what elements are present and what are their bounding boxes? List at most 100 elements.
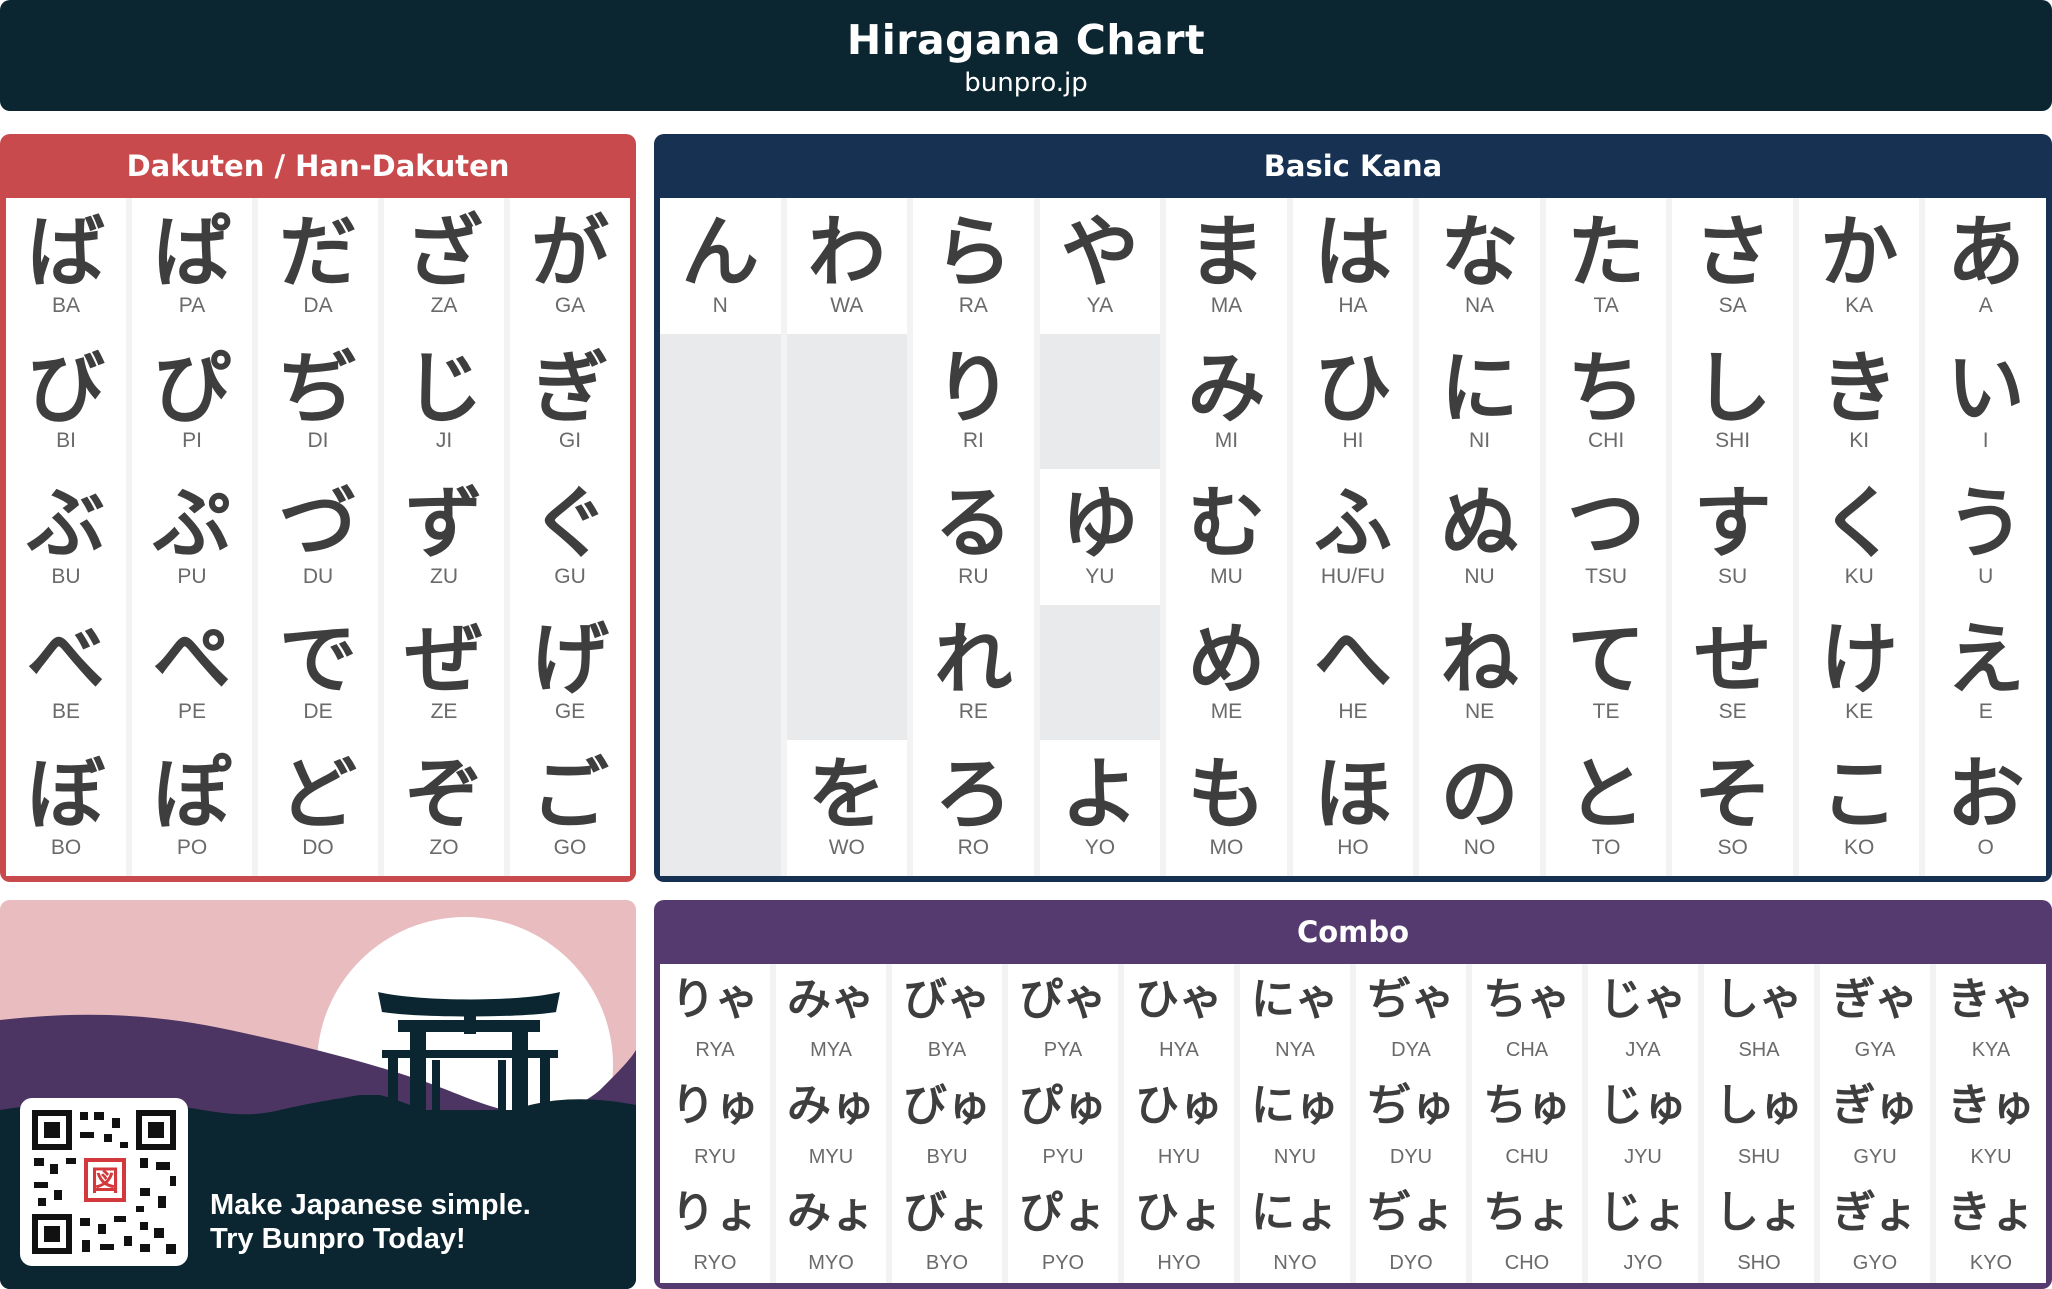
- kana-romaji: NYO: [1273, 1252, 1317, 1274]
- kana-romaji: RE: [958, 700, 988, 724]
- kana-cell: ぴゃ PYA: [1008, 964, 1118, 1071]
- kana-character: ちゃ: [1483, 974, 1571, 1025]
- empty-cell: [660, 333, 781, 470]
- kana-character: ぴょ: [1019, 1186, 1107, 1238]
- kana-cell: べ BE: [6, 604, 126, 741]
- qr-code-card[interactable]: 図: [20, 1098, 188, 1270]
- kana-character: ぴゅ: [1019, 1080, 1107, 1132]
- kana-romaji: PYA: [1043, 1039, 1083, 1062]
- kana-cell: りょ RYO: [660, 1176, 770, 1283]
- kana-character: ぢょ: [1367, 1186, 1455, 1238]
- kana-romaji: MYO: [808, 1252, 854, 1274]
- kana-character: の: [1440, 750, 1519, 841]
- kana-romaji: TSU: [1585, 564, 1628, 588]
- kana-cell: を WO: [786, 740, 908, 876]
- kana-cell: く KU: [1798, 469, 1920, 605]
- kana-character: ぶ: [26, 479, 105, 570]
- qr-code-icon: 図: [20, 1098, 188, 1266]
- kana-cell: ひゅ HYU: [1124, 1070, 1234, 1177]
- kana-cell: る RU: [913, 469, 1034, 605]
- kana-cell: ぐ GU: [510, 469, 630, 605]
- kana-romaji: RYA: [695, 1039, 735, 1062]
- kana-cell: んN: [660, 198, 781, 334]
- kana-character: た: [1567, 208, 1646, 298]
- kana-cell: り RI: [913, 333, 1034, 470]
- kana-cell: じゃ JYA: [1588, 964, 1698, 1071]
- kana-romaji: CHU: [1505, 1145, 1549, 1168]
- kana-character: ぎょ: [1832, 1186, 1918, 1238]
- kana-romaji: U: [1978, 564, 1994, 588]
- kana-cell: じゅ JYU: [1588, 1070, 1698, 1177]
- kana-character: と: [1567, 750, 1646, 841]
- kana-romaji: NE: [1464, 700, 1495, 724]
- site-url[interactable]: bunpro.jp: [0, 68, 2052, 98]
- kana-cell: うU: [1925, 469, 2046, 605]
- kana-character: ぱ: [152, 208, 231, 298]
- kana-cell: きゃ KYA: [1936, 964, 2046, 1071]
- kana-character: べ: [26, 614, 105, 705]
- kana-romaji: PO: [176, 836, 208, 859]
- kana-character: お: [1946, 750, 2025, 841]
- kana-character: ぢゅ: [1367, 1080, 1455, 1132]
- promo-line-2: Try Bunpro Today!: [210, 1223, 466, 1255]
- kana-character: あ: [1946, 208, 2025, 298]
- kana-cell: ぎょ GYO: [1820, 1176, 1930, 1283]
- kana-romaji: MO: [1209, 836, 1244, 859]
- kana-character: う: [1946, 479, 2025, 570]
- basic-kana-panel: Basic Kana ん N わ WA ら RA や YA ま MA は HA な NA た TA さ SA か KA…: [654, 134, 2052, 882]
- kana-romaji: GI: [558, 429, 582, 453]
- kana-character: りゃ: [671, 974, 759, 1025]
- kana-cell: ちゃ CHA: [1472, 964, 1582, 1071]
- kana-romaji: PA: [178, 293, 206, 317]
- kana-cell: みょ MYO: [776, 1176, 886, 1283]
- kana-character: ぷ: [152, 479, 231, 570]
- kana-romaji: N: [712, 293, 728, 317]
- kana-cell: しょ SHO: [1704, 1176, 1814, 1283]
- kana-romaji: ME: [1210, 700, 1243, 724]
- kana-cell: ぴょ PYO: [1008, 1176, 1118, 1283]
- kana-romaji: BO: [50, 836, 82, 859]
- kana-romaji: GU: [554, 564, 586, 588]
- kana-cell: す SU: [1672, 469, 1793, 605]
- kana-character: き: [1820, 343, 1899, 434]
- kana-character: ぺ: [152, 614, 231, 705]
- kana-romaji: DYU: [1389, 1145, 1433, 1168]
- kana-cell: ぢゅ DYU: [1356, 1070, 1466, 1177]
- kana-character: ま: [1187, 208, 1266, 298]
- kana-romaji: DI: [307, 429, 329, 453]
- kana-cell: な NA: [1419, 198, 1540, 334]
- kana-cell: よ YO: [1039, 740, 1161, 876]
- kana-cell: ぎゃ GYA: [1820, 964, 1930, 1071]
- kana-cell: ぜ ZE: [384, 604, 504, 741]
- kana-romaji: PI: [182, 429, 202, 453]
- kana-cell: ま MA: [1166, 198, 1287, 334]
- kana-romaji: ZO: [429, 836, 459, 859]
- combo-panel-title: Combo: [1296, 915, 1410, 949]
- kana-romaji: RYO: [693, 1252, 737, 1274]
- kana-character: そ: [1693, 750, 1772, 841]
- kana-cell: ね NE: [1419, 604, 1540, 741]
- kana-cell: みゃ MYA: [776, 964, 886, 1071]
- kana-romaji: BYU: [926, 1145, 968, 1168]
- kana-romaji: HU/FU: [1320, 564, 1386, 588]
- kana-character: ひょ: [1135, 1186, 1223, 1238]
- kana-romaji: GO: [553, 836, 587, 859]
- promo-text[interactable]: Make Japanese simple. Try Bunpro Today!: [210, 1188, 531, 1256]
- kana-cell: ひゃ HYA: [1124, 964, 1234, 1071]
- kana-romaji: E: [1978, 700, 1993, 724]
- kana-character: みゃ: [787, 974, 875, 1025]
- kana-cell: あA: [1925, 198, 2046, 334]
- kana-cell: ふ HU/FU: [1292, 469, 1414, 605]
- kana-character: す: [1693, 479, 1772, 570]
- kana-cell: に NI: [1419, 333, 1540, 470]
- kana-cell: ご GO: [510, 740, 630, 876]
- kana-character: け: [1820, 614, 1899, 705]
- kana-romaji: CHA: [1505, 1039, 1549, 1062]
- kana-romaji: WO: [828, 836, 865, 859]
- kana-romaji: DA: [303, 293, 333, 317]
- kana-character: ぼ: [26, 750, 105, 841]
- kana-cell: こ KO: [1798, 740, 1920, 876]
- kana-character: こ: [1820, 750, 1899, 841]
- kana-character: ぴ: [152, 343, 231, 434]
- kana-character: ぢゃ: [1367, 974, 1455, 1025]
